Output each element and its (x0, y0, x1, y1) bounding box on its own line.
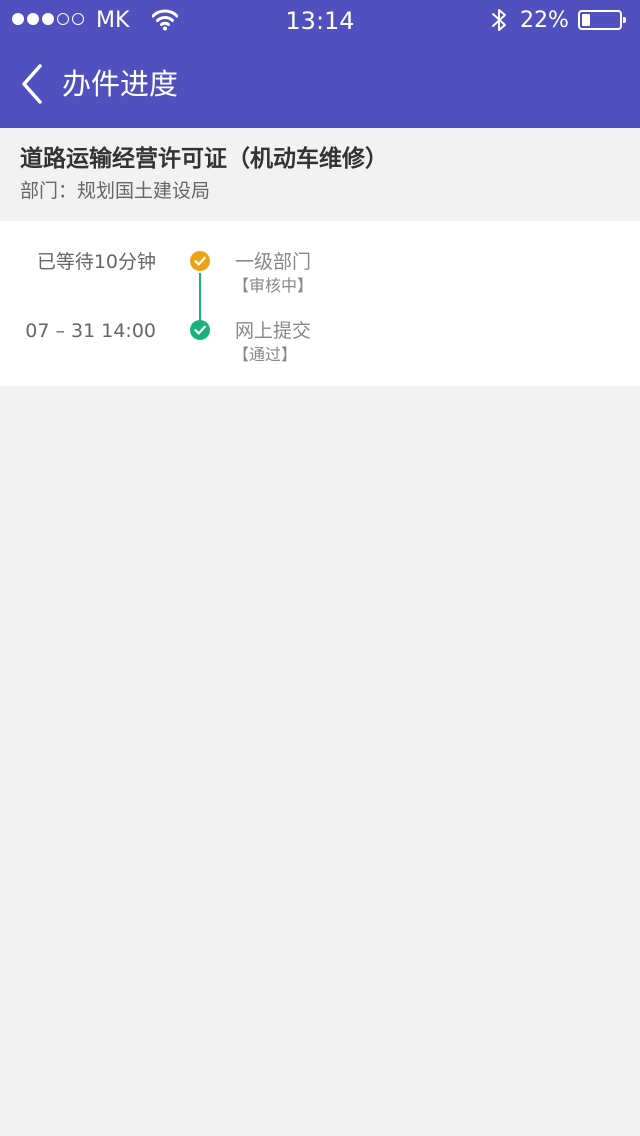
nav-bar: 办件进度 (0, 40, 640, 128)
application-department: 部门：规划国土建设局 (20, 180, 211, 202)
battery-percent: 22% (520, 8, 569, 33)
chevron-left-icon (22, 64, 42, 104)
pending-check-icon (190, 251, 210, 271)
bluetooth-icon (492, 9, 506, 31)
page-title: 办件进度 (62, 67, 179, 101)
done-check-icon (190, 320, 210, 340)
application-title: 道路运输经营许可证（机动车维修） (20, 146, 388, 172)
application-header: 道路运输经营许可证（机动车维修） 部门：规划国土建设局 (0, 128, 640, 220)
progress-timeline: 已等待10分钟 一级部门 【审核中】 07 – 31 14:00 网上提交 【通… (0, 221, 640, 386)
step-name: 网上提交 (235, 320, 312, 342)
step-time: 07 – 31 14:00 (25, 320, 156, 342)
header: MK 13:14 22% 办件进度 (0, 0, 640, 128)
back-button[interactable] (14, 60, 54, 108)
battery-icon (578, 10, 626, 30)
step-time: 已等待10分钟 (36, 251, 156, 273)
step-status: 【审核中】 (233, 276, 314, 295)
battery-level (582, 14, 590, 26)
timeline-connector (199, 273, 201, 321)
step-name: 一级部门 (235, 251, 312, 273)
step-status: 【通过】 (233, 345, 298, 364)
battery-cap (623, 17, 626, 23)
status-bar: MK 13:14 22% (0, 0, 640, 40)
